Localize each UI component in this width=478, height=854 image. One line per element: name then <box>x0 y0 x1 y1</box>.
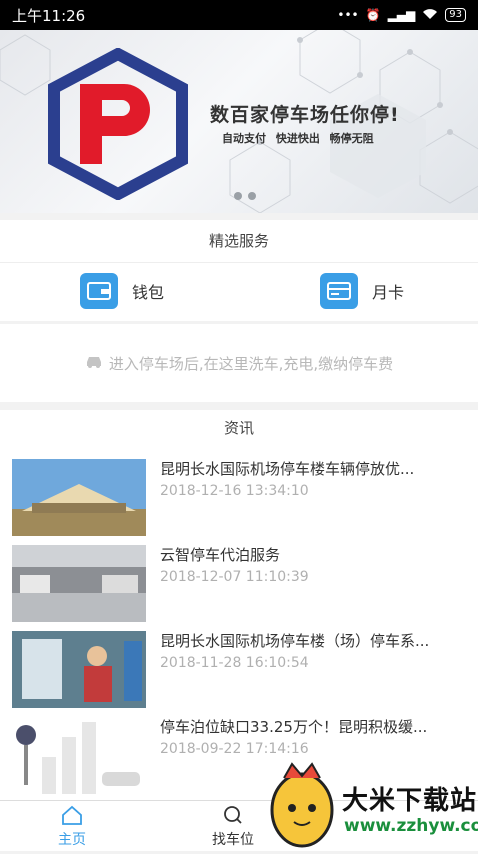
news-item[interactable]: 昆明长水国际机场停车楼车辆停放优... 2018-12-16 13:34:10 <box>0 446 478 536</box>
banner-slogan: 数百家停车场任你停! <box>210 104 400 126</box>
banner-subslogan: 自动支付 快进快出 畅停无阻 <box>222 132 374 145</box>
status-time: 上午11:26 <box>12 6 86 25</box>
news-date: 2018-11-28 16:10:54 <box>160 655 309 671</box>
news-list[interactable]: 昆明长水国际机场停车楼车辆停放优... 2018-12-16 13:34:10 … <box>0 446 478 800</box>
watermark: 大米下载站 www.zzhyw.com <box>262 760 478 850</box>
status-bar: 上午11:26 ••• ⏰ ▂▄▆ 93 <box>0 0 478 30</box>
parking-logo: P <box>48 48 188 200</box>
news-date: 2018-09-22 17:14:16 <box>160 741 309 757</box>
status-icons: ••• ⏰ ▂▄▆ 93 <box>337 8 466 23</box>
news-title: 昆明长水国际机场停车楼（场）停车系... <box>160 632 430 650</box>
news-title: 昆明长水国际机场停车楼车辆停放优... <box>160 460 415 478</box>
featured-services: 钱包 月卡 <box>0 262 478 321</box>
carousel-dot[interactable] <box>248 192 256 200</box>
monthly-card-button[interactable]: 月卡 <box>320 273 404 309</box>
battery-icon: 93 <box>445 8 466 22</box>
search-icon <box>222 805 244 829</box>
service-hint[interactable]: 进入停车场后,在这里洗车,充电,缴纳停车费 <box>0 324 478 402</box>
svg-text:P: P <box>126 171 127 173</box>
news-date: 2018-12-07 11:10:39 <box>160 569 309 585</box>
news-thumbnail-garage <box>12 545 146 622</box>
signal-icon: ▂▄▆ <box>387 8 416 22</box>
wallet-button[interactable]: 钱包 <box>80 273 164 309</box>
carousel-indicator[interactable] <box>234 192 256 200</box>
news-thumbnail-parking-graphic <box>12 717 146 794</box>
car-icon <box>85 354 103 372</box>
mascot-logo <box>270 762 334 848</box>
news-item[interactable]: 云智停车代泊服务 2018-12-07 11:10:39 <box>0 532 478 622</box>
home-icon <box>61 805 83 829</box>
news-title: 停车泊位缺口33.25万个！昆明积极缓... <box>160 718 428 736</box>
wifi-icon <box>422 8 438 23</box>
wallet-icon <box>80 273 118 309</box>
tab-find-parking-label: 找车位 <box>212 832 254 848</box>
news-thumbnail-booth <box>12 631 146 708</box>
featured-section-title: 精选服务 <box>0 220 478 262</box>
news-section-title: 资讯 <box>0 410 478 446</box>
hint-text: 进入停车场后,在这里洗车,充电,缴纳停车费 <box>108 354 394 373</box>
alarm-icon: ⏰ <box>365 8 381 22</box>
news-thumbnail-airport <box>12 459 146 536</box>
wallet-label: 钱包 <box>132 283 165 302</box>
tab-find-parking[interactable]: 找车位 <box>212 805 254 849</box>
news-title: 云智停车代泊服务 <box>160 546 281 564</box>
tab-home-label: 主页 <box>58 832 86 848</box>
carousel-dot[interactable] <box>234 192 242 200</box>
watermark-text: 大米下载站 <box>342 786 478 816</box>
news-item[interactable]: 昆明长水国际机场停车楼（场）停车系... 2018-11-28 16:10:54 <box>0 618 478 708</box>
more-icon: ••• <box>337 8 359 22</box>
card-icon <box>320 273 358 309</box>
watermark-url: www.zzhyw.com <box>344 816 478 836</box>
promo-banner[interactable]: P 数百家停车场任你停! 自动支付 快进快出 畅停无阻 <box>0 30 478 213</box>
tab-home[interactable]: 主页 <box>58 805 86 849</box>
monthly-card-label: 月卡 <box>372 283 405 302</box>
news-date: 2018-12-16 13:34:10 <box>160 483 309 499</box>
